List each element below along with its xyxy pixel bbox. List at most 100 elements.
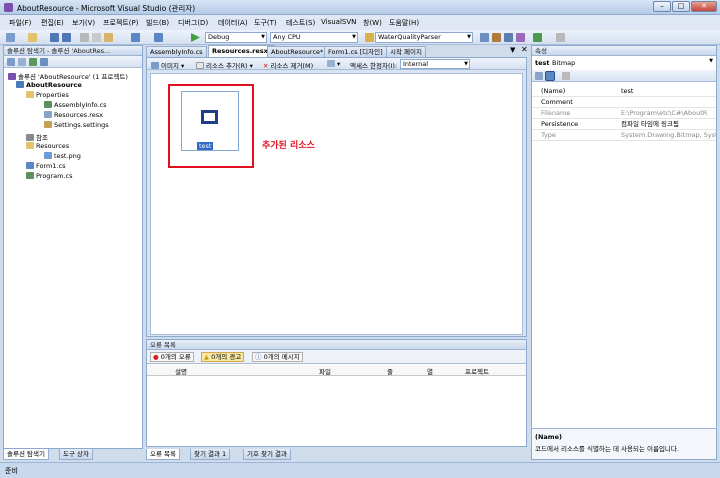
maximize-button[interactable]: □: [672, 1, 690, 12]
references-icon: [26, 134, 34, 141]
tab-assemblyinfo[interactable]: AssemblyInfo.cs: [146, 46, 207, 57]
property-pages-icon[interactable]: [562, 72, 570, 80]
menu-edit[interactable]: 편집(E): [41, 18, 64, 28]
view-mode-button[interactable]: ▾: [327, 60, 340, 68]
menu-visualsvn[interactable]: VisualSVN: [321, 18, 356, 26]
view-mode-icon: [327, 60, 335, 67]
start-debugging-icon[interactable]: [191, 33, 200, 42]
tree-test-png[interactable]: test.png: [44, 152, 81, 160]
resource-view: test 추가된 리소스: [150, 73, 523, 335]
errors-filter-button[interactable]: ● 0개의 오류: [150, 352, 194, 362]
tab-resources-resx[interactable]: Resources.resx*: [208, 45, 276, 57]
tab-start-page[interactable]: 시작 페이지: [386, 46, 426, 57]
col-file[interactable]: 파일: [319, 366, 331, 376]
col-line[interactable]: 줄: [387, 366, 393, 376]
title-bar: AboutResource - Microsoft Visual Studio …: [0, 0, 720, 15]
property-row-comment[interactable]: Comment: [532, 97, 716, 108]
tab-aboutresource[interactable]: AboutResource*: [267, 46, 328, 57]
menu-build[interactable]: 빌드(B): [146, 18, 169, 28]
messages-filter-button[interactable]: ⓘ 0개의 메시지: [252, 352, 303, 362]
open-file-icon[interactable]: [28, 33, 37, 42]
error-list-toolbar: ● 0개의 오류 ▲ 0개의 경고 ⓘ 0개의 메시지: [147, 350, 526, 364]
undo-icon[interactable]: [131, 33, 140, 42]
menu-help[interactable]: 도움말(H): [389, 18, 419, 28]
tree-resources-folder[interactable]: Resources: [26, 142, 69, 150]
properties-icon[interactable]: [492, 33, 501, 42]
object-browser-icon[interactable]: [504, 33, 513, 42]
save-all-icon[interactable]: [62, 33, 71, 42]
tab-error-list[interactable]: 오류 목록: [146, 449, 180, 460]
property-row-persistence[interactable]: Persistence 컴파일 타임에 링크됨: [532, 119, 716, 130]
menu-file[interactable]: 파일(F): [9, 18, 31, 28]
menu-window[interactable]: 창(W): [363, 18, 382, 28]
copy-icon[interactable]: [92, 33, 101, 42]
tree-resources-resx[interactable]: Resources.resx: [44, 111, 103, 119]
tab-form1-design[interactable]: Form1.cs [디자인]: [324, 46, 387, 57]
platform-select[interactable]: Any CPU ▼: [270, 32, 358, 43]
tree-assemblyinfo[interactable]: AssemblyInfo.cs: [44, 101, 107, 109]
error-icon: ●: [153, 353, 159, 361]
warnings-filter-button[interactable]: ▲ 0개의 경고: [201, 352, 245, 362]
find-in-files-icon[interactable]: [365, 33, 374, 42]
solution-explorer-toolbar: [4, 56, 142, 68]
close-button[interactable]: ✕: [691, 1, 717, 12]
tab-solution-explorer[interactable]: 솔루션 탐색기: [3, 449, 49, 460]
tab-list-icon[interactable]: ▼: [510, 46, 515, 54]
tab-find-results[interactable]: 찾기 결과 1: [190, 449, 231, 460]
tree-properties[interactable]: Properties: [26, 91, 69, 99]
info-icon: ⓘ: [255, 353, 262, 361]
refresh-icon[interactable]: [29, 58, 37, 66]
toolbox-icon[interactable]: [516, 33, 525, 42]
solution-explorer-icon[interactable]: [480, 33, 489, 42]
access-modifier-select[interactable]: Internal ▼: [400, 59, 470, 69]
paste-icon[interactable]: [104, 33, 113, 42]
categorized-icon[interactable]: [535, 72, 543, 80]
startup-project-select[interactable]: WaterQualityParser ▼: [375, 32, 473, 43]
add-resource-button[interactable]: 리소스 추가(R) ▾: [196, 60, 253, 70]
show-all-files-icon[interactable]: [18, 58, 26, 66]
object-selector[interactable]: test Bitmap ▼: [532, 57, 716, 69]
new-project-icon[interactable]: [6, 33, 15, 42]
tab-symbol-results[interactable]: 기호 찾기 결과: [243, 449, 292, 460]
tree-program[interactable]: Program.cs: [26, 172, 72, 180]
col-column[interactable]: 열: [427, 366, 433, 376]
close-document-icon[interactable]: ✕: [521, 45, 528, 54]
start-page-icon[interactable]: [533, 33, 542, 42]
tree-settings[interactable]: Settings.settings: [44, 121, 109, 129]
property-row-type[interactable]: TypeSystem.Drawing.Bitmap, System: [532, 130, 716, 141]
configuration-select[interactable]: Debug ▼: [205, 32, 267, 43]
image-file-icon: [44, 152, 52, 159]
images-category-button[interactable]: 이미지 ▾: [151, 60, 184, 70]
menu-view[interactable]: 보기(V): [72, 18, 95, 28]
menu-project[interactable]: 프로젝트(P): [103, 18, 138, 28]
properties-icon[interactable]: [7, 58, 15, 66]
minimize-button[interactable]: –: [653, 1, 671, 12]
save-icon[interactable]: [50, 33, 59, 42]
col-project[interactable]: 프로젝트: [465, 366, 489, 376]
menu-bar: 파일(F) 편집(E) 보기(V) 프로젝트(P) 빌드(B) 디버그(D) 데…: [0, 15, 720, 30]
remove-resource-button[interactable]: ✕ 리소스 제거(M): [263, 60, 313, 70]
tree-references[interactable]: 참조: [26, 132, 48, 142]
menu-tools[interactable]: 도구(T): [254, 18, 277, 28]
menu-test[interactable]: 테스트(S): [286, 18, 315, 28]
menu-data[interactable]: 데이터(A): [218, 18, 248, 28]
tree-project[interactable]: AboutResource: [16, 81, 82, 89]
alphabetical-icon[interactable]: [545, 71, 555, 81]
view-code-icon[interactable]: [40, 58, 48, 66]
property-grid: (Name) test Comment Filename E:\Program\et…: [532, 86, 716, 146]
redo-icon[interactable]: [154, 33, 163, 42]
property-row-name[interactable]: (Name) test: [532, 86, 716, 97]
tree-solution[interactable]: 솔루션 'AboutResource' (1 프로젝트): [8, 71, 128, 81]
visual-studio-icon: [4, 3, 13, 12]
description-text: 코드에서 리소스를 식별하는 데 사용되는 이름입니다.: [535, 445, 679, 453]
tree-form1[interactable]: Form1.cs: [26, 162, 66, 170]
menu-debug[interactable]: 디버그(D): [178, 18, 208, 28]
property-row-filename[interactable]: Filename E:\Program\etc\C#\AboutR: [532, 108, 716, 119]
document-tabs: AssemblyInfo.cs Resources.resx* AboutRes…: [146, 45, 526, 57]
cut-icon[interactable]: [80, 33, 89, 42]
tab-toolbox[interactable]: 도구 상자: [59, 449, 93, 460]
toolbar-options-icon[interactable]: [556, 33, 565, 42]
col-description[interactable]: 설명: [175, 366, 187, 376]
resource-item-test[interactable]: test: [181, 91, 239, 151]
csharp-file-icon: [44, 101, 52, 108]
